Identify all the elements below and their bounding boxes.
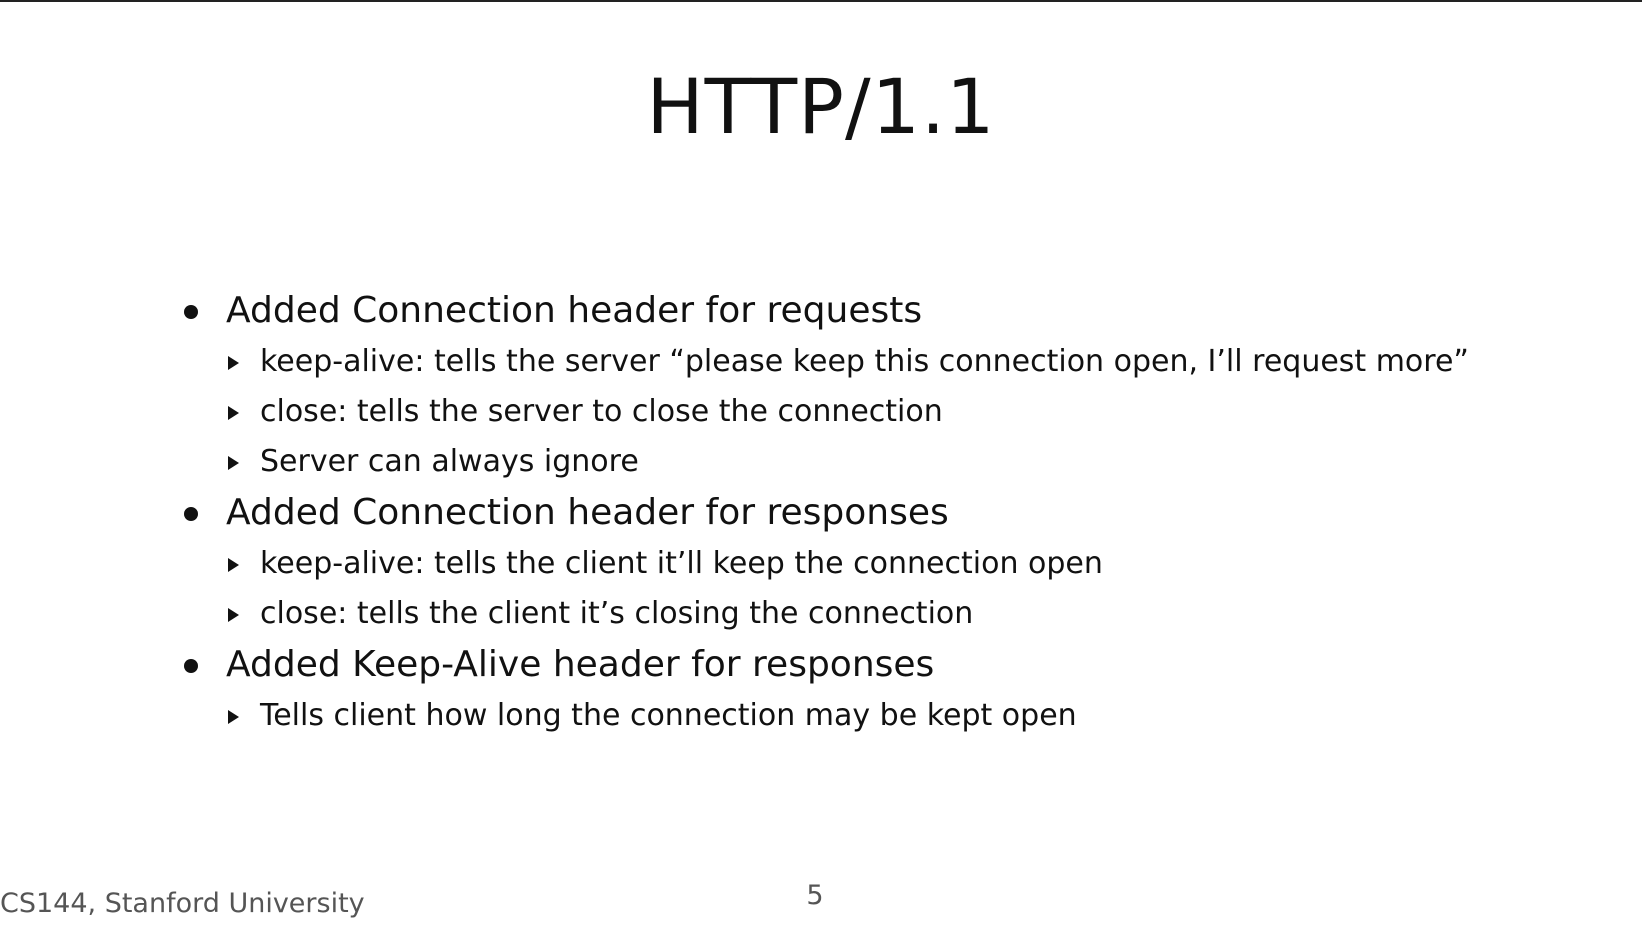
footer-course: CS144, Stanford University (0, 888, 365, 919)
triangle-bullet-icon (228, 456, 239, 470)
sub-bullet-text: keep-alive: tells the client it’ll keep … (260, 546, 1103, 581)
bullet-item: Added Connection header for responses (184, 487, 1604, 539)
sub-bullet-item: Server can always ignore (184, 437, 1604, 487)
page-number: 5 (806, 880, 824, 911)
bullet-heading: Added Connection header for responses (226, 492, 949, 533)
triangle-bullet-icon (228, 608, 239, 622)
bullet-heading: Added Connection header for requests (226, 290, 923, 331)
bullet-item: Added Connection header for requests (184, 285, 1604, 337)
triangle-bullet-icon (228, 356, 239, 370)
sub-bullet-text: close: tells the server to close the con… (260, 394, 943, 429)
bullet-list: Added Connection header for requests kee… (184, 285, 1604, 741)
sub-bullet-item: keep-alive: tells the client it’ll keep … (184, 539, 1604, 589)
bullet-dot-icon (184, 507, 198, 521)
sub-bullet-item: close: tells the client it’s closing the… (184, 589, 1604, 639)
sub-bullet-item: close: tells the server to close the con… (184, 387, 1604, 437)
bullet-heading: Added Keep-Alive header for responses (226, 644, 935, 685)
bullet-dot-icon (184, 305, 198, 319)
slide-title: HTTP/1.1 (646, 62, 996, 151)
sub-bullet-item: keep-alive: tells the server “please kee… (184, 337, 1604, 387)
bullet-item: Added Keep-Alive header for responses (184, 639, 1604, 691)
triangle-bullet-icon (228, 558, 239, 572)
triangle-bullet-icon (228, 710, 239, 724)
top-border-line (0, 0, 1642, 2)
bullet-dot-icon (184, 659, 198, 673)
sub-bullet-text: close: tells the client it’s closing the… (260, 596, 974, 631)
sub-bullet-text: Tells client how long the connection may… (260, 698, 1077, 733)
sub-bullet-text: Server can always ignore (260, 444, 639, 479)
triangle-bullet-icon (228, 406, 239, 420)
sub-bullet-text: keep-alive: tells the server “please kee… (260, 344, 1469, 379)
sub-bullet-item: Tells client how long the connection may… (184, 691, 1604, 741)
